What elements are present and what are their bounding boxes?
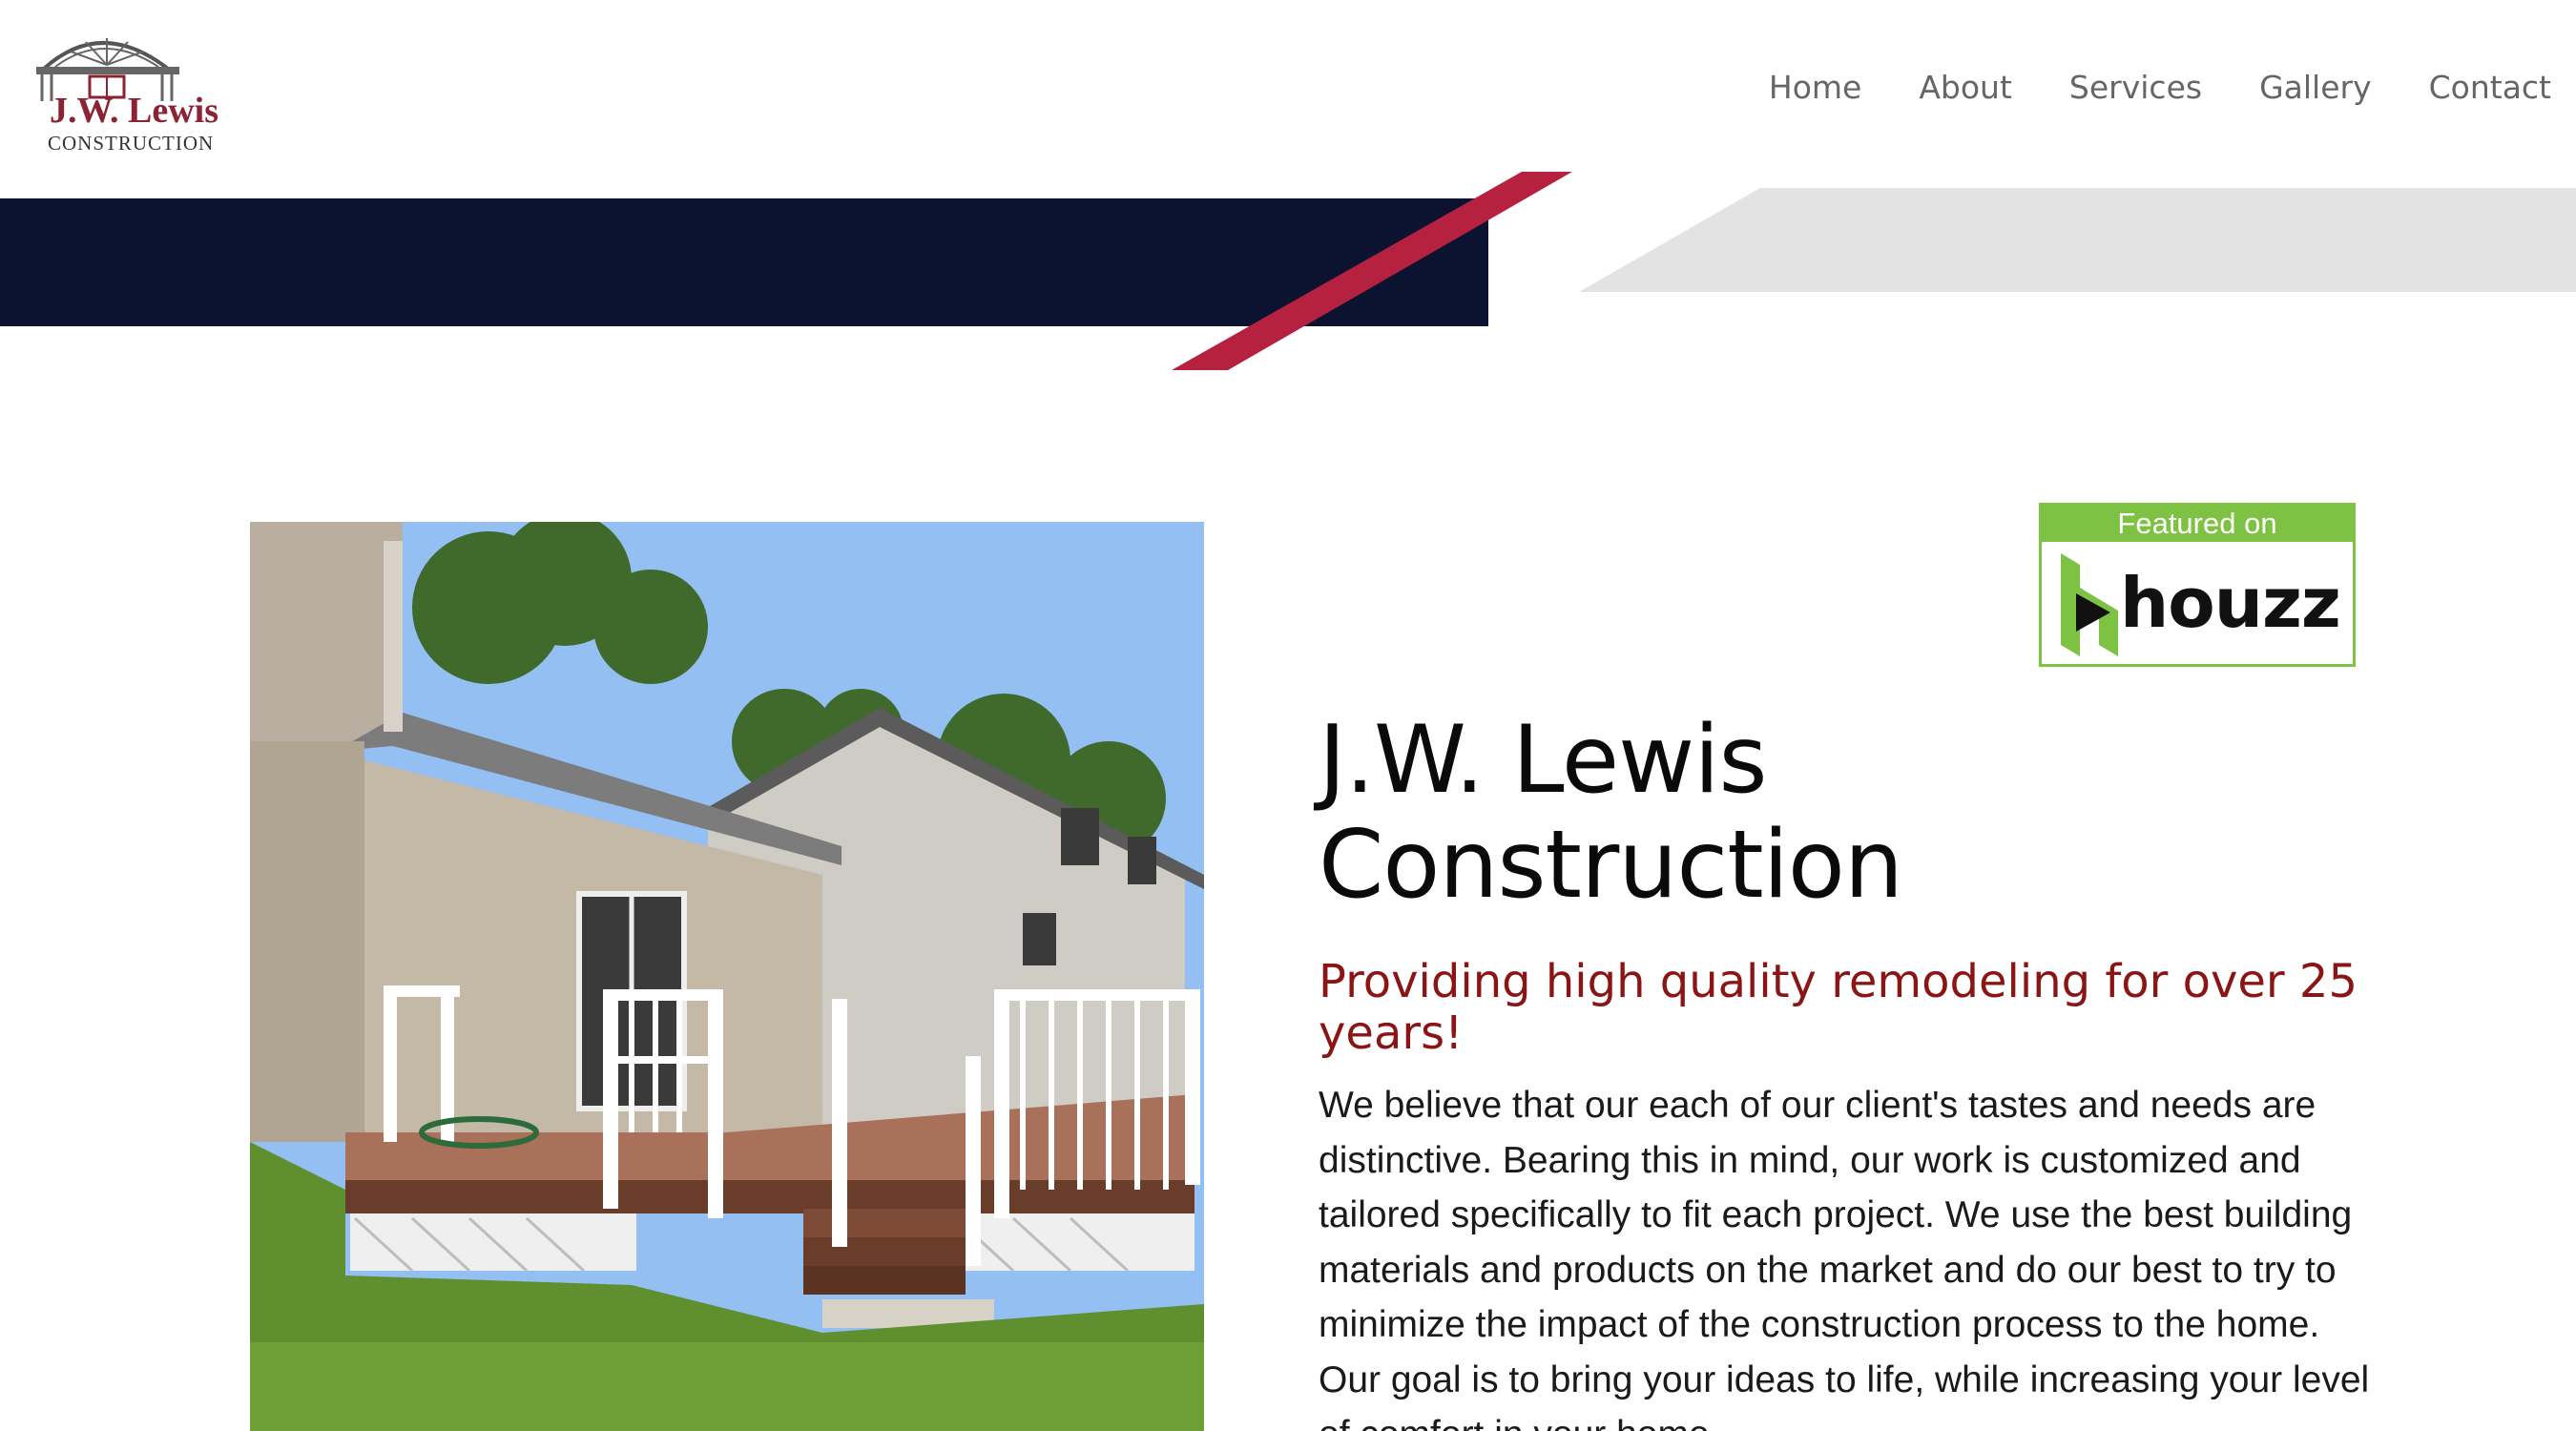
tagline: Providing high quality remodeling for ov… [1319,955,2358,1060]
nav-services[interactable]: Services [2069,65,2202,111]
houzz-mark-icon [2061,553,2118,656]
nav-home[interactable]: Home [1769,65,1861,111]
header-band [0,172,2576,370]
logo-name: J.W. Lewis [50,91,219,131]
logo-subline: CONSTRUCTION [48,132,215,155]
page: J.W. Lewis CONSTRUCTION Home About Servi… [0,0,2576,1431]
nav-contact[interactable]: Contact [2429,65,2551,111]
navy-stripe [0,198,1488,326]
houzz-wordmark: houzz [2120,563,2341,643]
houzz-badge[interactable]: Featured on houzz [2039,503,2356,667]
nav-gallery[interactable]: Gallery [2259,65,2372,111]
title-line-1: J.W. Lewis [1319,706,1768,815]
gray-slash [1579,188,2576,292]
intro-paragraph: We believe that our each of our client's… [1319,1085,2370,1431]
title-line-2: Construction [1319,811,1903,920]
site-logo[interactable]: J.W. Lewis CONSTRUCTION [27,25,227,155]
main-nav: Home About Services Gallery Contact [1712,65,2551,111]
houzz-badge-top: Featured on [2042,506,2353,542]
deck-photo [250,522,1204,1431]
nav-about[interactable]: About [1919,65,2012,111]
page-title: J.W. Lewis Construction [1319,708,2463,918]
